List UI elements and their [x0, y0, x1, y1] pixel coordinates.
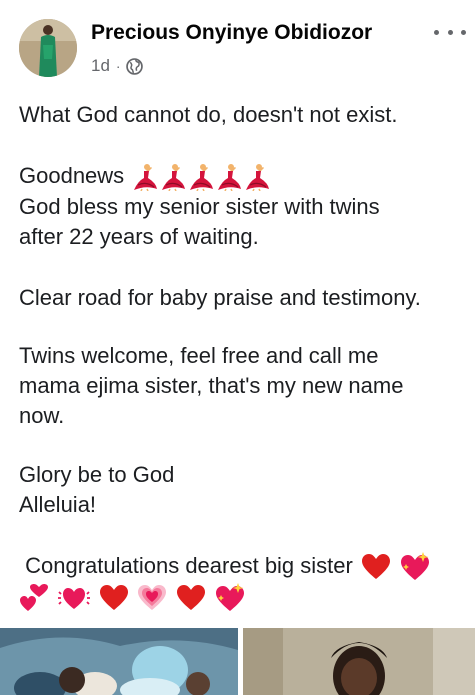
facebook-post: Precious Onyinye Obidiozor 1d · What God… — [0, 0, 475, 695]
meta-separator: · — [115, 58, 121, 74]
avatar-photo — [19, 19, 77, 77]
post-text-line: after 22 years of waiting. — [19, 224, 259, 249]
post-photo-right[interactable] — [243, 628, 475, 695]
post-text-line: Glory be to God — [19, 462, 175, 487]
sparkling-heart-emoji — [399, 552, 431, 582]
post-text-line: mama ejima sister, that's my new name — [19, 373, 404, 398]
author-avatar[interactable] — [19, 19, 77, 77]
post-text-line: now. — [19, 403, 65, 428]
post-text-line-goodnews: Goodnews — [19, 161, 270, 192]
post-meta: 1d · — [91, 55, 143, 77]
post-text-line: Clear road for baby praise and testimony… — [19, 285, 421, 310]
author-name[interactable]: Precious Onyinye Obidiozor — [91, 21, 372, 45]
more-dot — [461, 29, 466, 35]
hospital-photo — [0, 628, 238, 695]
post-time[interactable]: 1d — [91, 56, 110, 76]
red-heart-emoji — [99, 584, 129, 612]
post-emoji-line — [19, 582, 246, 613]
post-text-line: God bless my senior sister with twins — [19, 194, 380, 219]
dancing-woman-emoji — [132, 163, 158, 192]
post-text-line: What God cannot do, doesn't not exist. — [19, 102, 398, 127]
red-heart-emoji — [361, 553, 391, 581]
post-text: Goodnews — [19, 163, 125, 188]
post-photo-left[interactable] — [0, 628, 238, 695]
more-options-button[interactable] — [434, 24, 466, 40]
beating-heart-emoji — [57, 584, 91, 612]
post-text: Congratulations dearest big sister — [19, 553, 353, 578]
post-text-line: Twins welcome, feel free and call me — [19, 343, 379, 368]
dancer-emojis — [130, 163, 270, 192]
post-text-line: Alleluia! — [19, 492, 97, 517]
post-header: Precious Onyinye Obidiozor 1d · — [0, 0, 475, 84]
dancing-woman-emoji — [160, 163, 186, 192]
portrait-photo — [243, 628, 475, 695]
more-dot — [434, 29, 439, 35]
globe-icon[interactable] — [125, 57, 143, 75]
red-heart-emoji — [176, 584, 206, 612]
two-hearts-emoji — [19, 584, 49, 612]
growing-heart-emoji — [137, 584, 167, 612]
sparkling-heart-emoji — [214, 583, 246, 613]
post-photos — [0, 628, 475, 695]
post-text-line-congrats: Congratulations dearest big sister — [19, 551, 431, 582]
more-dot — [447, 29, 453, 35]
dancing-woman-emoji — [244, 163, 270, 192]
dancing-woman-emoji — [216, 163, 242, 192]
dancing-woman-emoji — [188, 163, 214, 192]
